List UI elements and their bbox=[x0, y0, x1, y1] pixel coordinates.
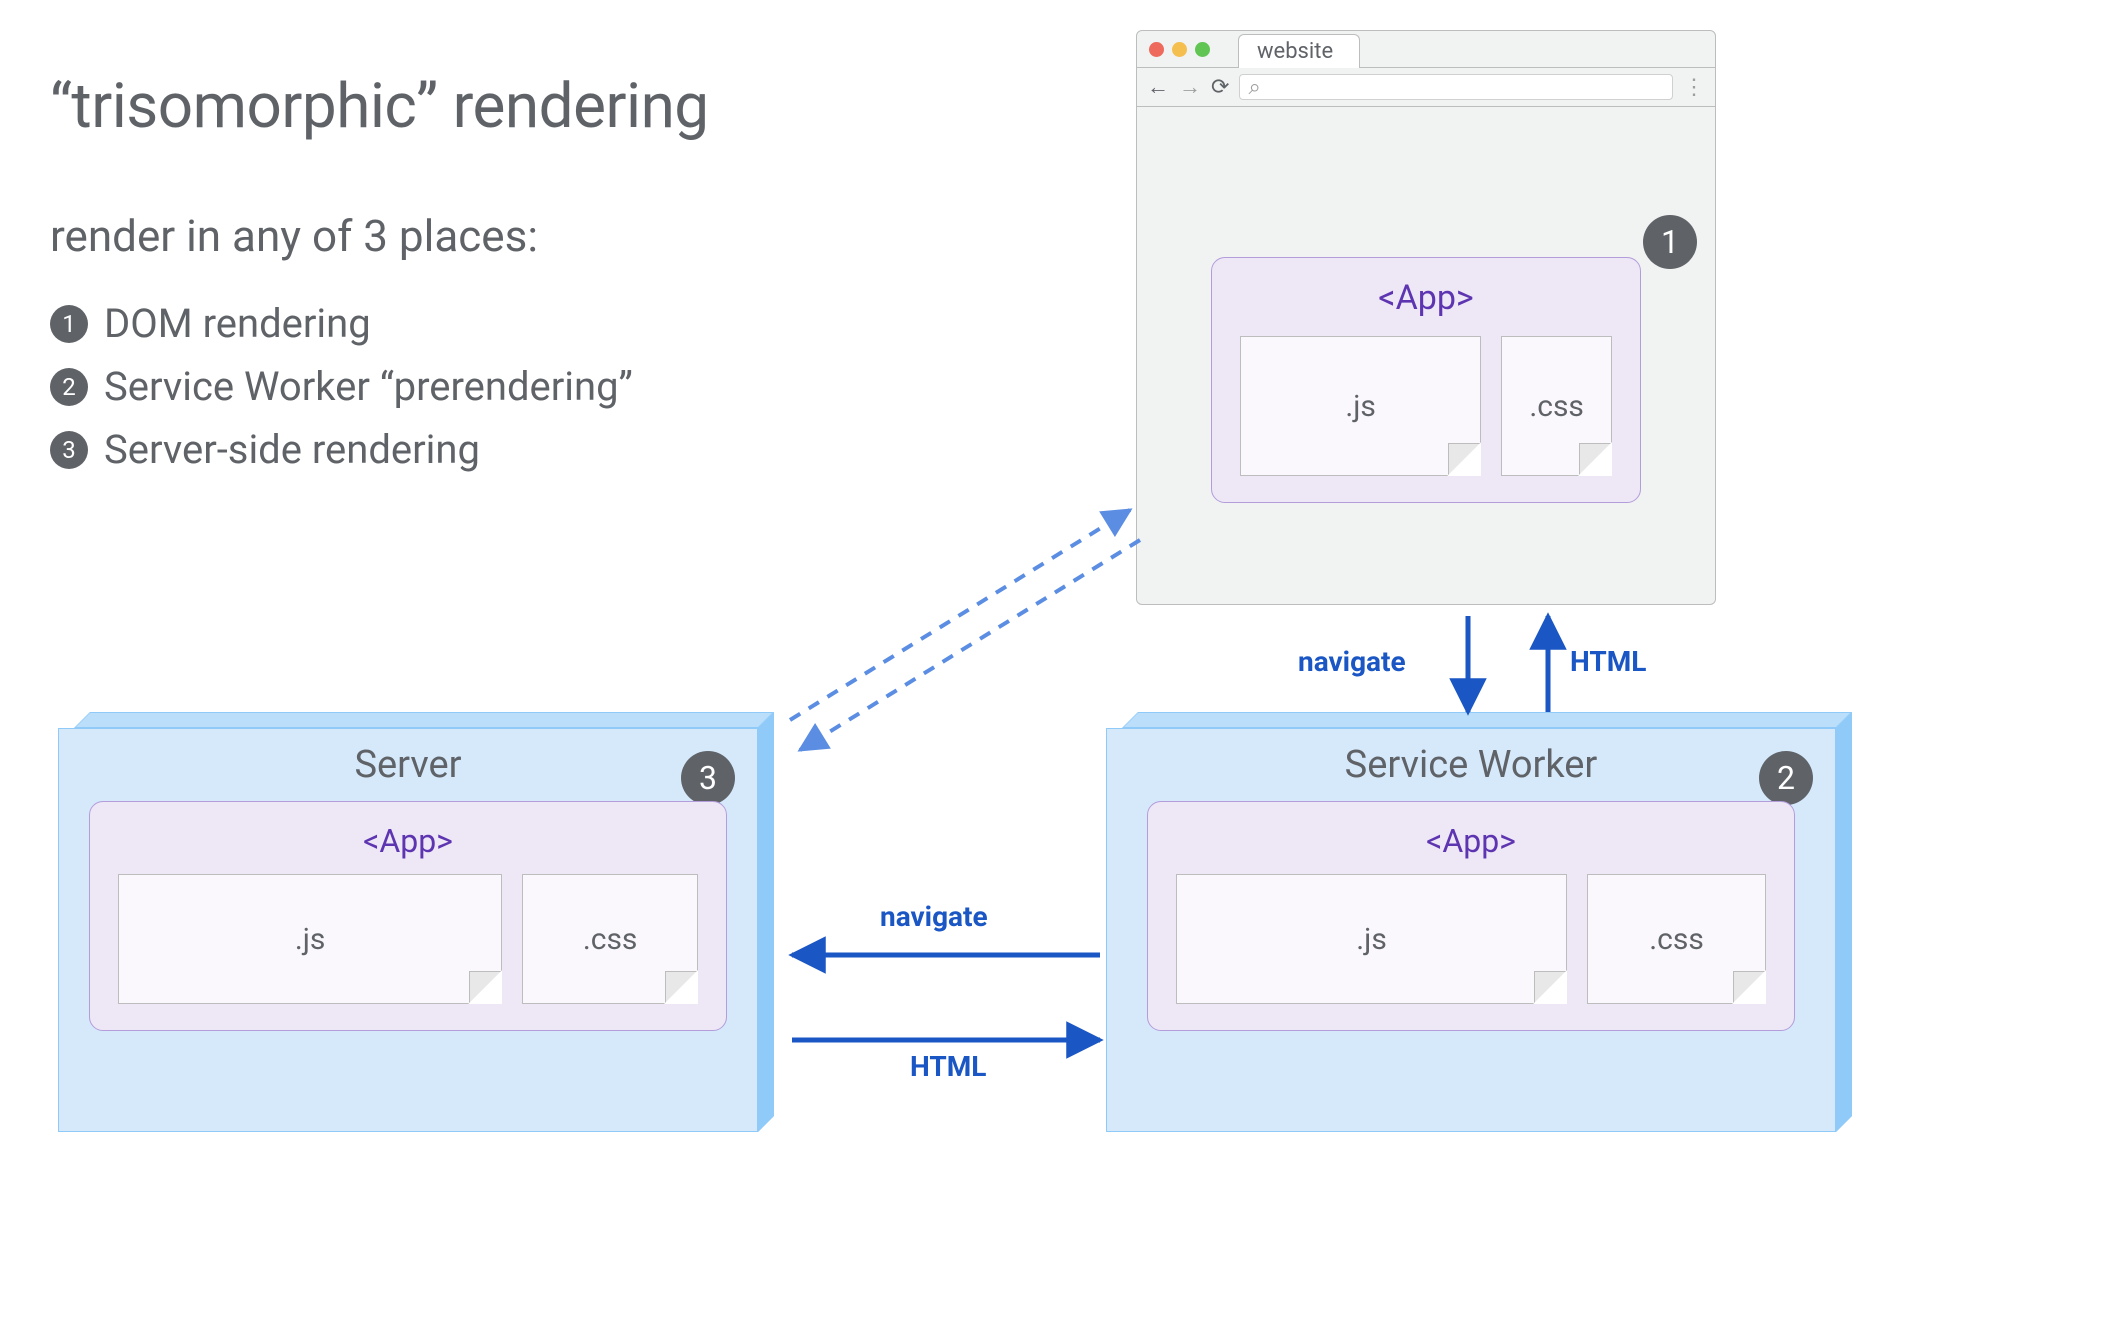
list-badge-3: 3 bbox=[50, 431, 88, 469]
service-worker-box: Service Worker 2 <App> .js .css bbox=[1106, 712, 1836, 1132]
js-file-icon: .js bbox=[118, 874, 502, 1004]
browser-toolbar: ← → ⟳ ⌕ ⋮ bbox=[1137, 67, 1715, 107]
js-file-icon: .js bbox=[1176, 874, 1567, 1004]
browser-viewport: 1 <App> .js .css bbox=[1137, 107, 1715, 604]
files-row: .js .css bbox=[1240, 336, 1612, 476]
js-file-icon: .js bbox=[1240, 336, 1481, 476]
forward-icon: → bbox=[1179, 74, 1201, 100]
files-row: .js .css bbox=[1176, 874, 1766, 1004]
app-panel-sw: <App> .js .css bbox=[1147, 801, 1795, 1031]
css-file-icon: .css bbox=[1587, 874, 1766, 1004]
minimize-icon bbox=[1172, 42, 1187, 57]
back-icon: ← bbox=[1147, 74, 1169, 100]
server-badge: 3 bbox=[681, 751, 735, 805]
browser-tab: website bbox=[1238, 34, 1360, 68]
list-item: 3 Server-side rendering bbox=[50, 426, 633, 473]
address-bar: ⌕ bbox=[1239, 74, 1673, 100]
search-icon: ⌕ bbox=[1248, 75, 1260, 100]
list-badge-1: 1 bbox=[50, 305, 88, 343]
sw-title: Service Worker bbox=[1147, 743, 1795, 787]
close-icon bbox=[1149, 42, 1164, 57]
browser-badge: 1 bbox=[1643, 215, 1697, 269]
diagram-subtitle: render in any of 3 places: bbox=[50, 210, 538, 262]
server-title: Server bbox=[89, 743, 727, 787]
css-file-icon: .css bbox=[1501, 336, 1612, 476]
arrow-label-html-right: HTML bbox=[910, 1050, 986, 1083]
list-item: 1 DOM rendering bbox=[50, 300, 633, 347]
places-list: 1 DOM rendering 2 Service Worker “preren… bbox=[50, 300, 633, 489]
files-row: .js .css bbox=[118, 874, 698, 1004]
app-panel-browser: <App> .js .css bbox=[1211, 257, 1641, 503]
browser-window: website ← → ⟳ ⌕ ⋮ 1 <App> .js .css bbox=[1136, 30, 1716, 605]
arrow-label-navigate-left: navigate bbox=[880, 900, 988, 933]
list-item: 2 Service Worker “prerendering” bbox=[50, 363, 633, 410]
app-label: <App> bbox=[1240, 278, 1612, 318]
arrow-label-navigate-down: navigate bbox=[1298, 645, 1406, 678]
browser-titlebar: website bbox=[1137, 31, 1715, 67]
list-badge-2: 2 bbox=[50, 368, 88, 406]
reload-icon: ⟳ bbox=[1211, 75, 1229, 100]
arrow-label-html-up: HTML bbox=[1570, 645, 1646, 678]
diagram-title: “trisomorphic” rendering bbox=[50, 70, 709, 143]
sw-badge: 2 bbox=[1759, 751, 1813, 805]
zoom-icon bbox=[1195, 42, 1210, 57]
app-panel-server: <App> .js .css bbox=[89, 801, 727, 1031]
css-file-icon: .css bbox=[522, 874, 698, 1004]
menu-icon: ⋮ bbox=[1683, 75, 1705, 100]
server-box: Server 3 <App> .js .css bbox=[58, 712, 758, 1132]
list-label: DOM rendering bbox=[104, 300, 371, 347]
app-label: <App> bbox=[118, 822, 698, 860]
list-label: Server-side rendering bbox=[104, 426, 480, 473]
list-label: Service Worker “prerendering” bbox=[104, 363, 633, 410]
app-label: <App> bbox=[1176, 822, 1766, 860]
